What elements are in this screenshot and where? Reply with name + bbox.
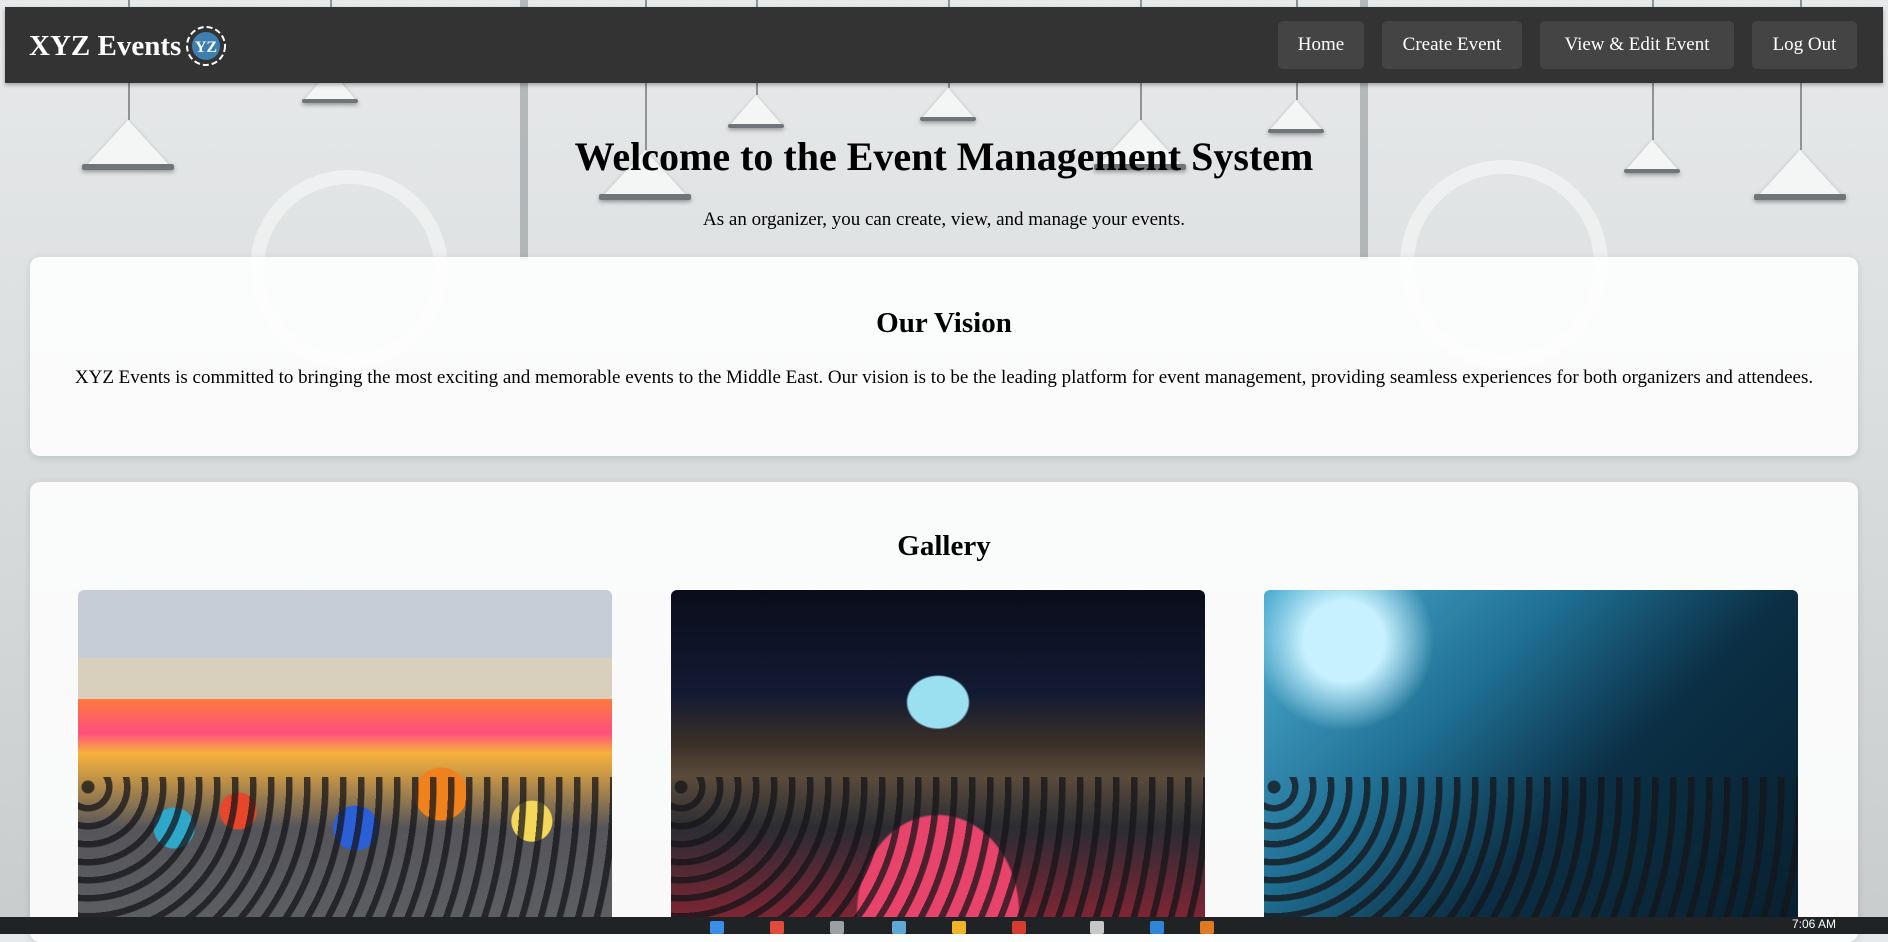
taskbar-app-icon[interactable] xyxy=(830,921,844,934)
svg-text:YZ: YZ xyxy=(195,39,217,56)
nav-view-edit-event-label: View & Edit Event xyxy=(1564,34,1710,55)
top-navbar: XYZ Events YZ Home Create Event View & E… xyxy=(5,7,1883,83)
nav-home-button[interactable]: Home xyxy=(1278,21,1364,69)
gallery-section: Gallery xyxy=(30,482,1858,942)
taskbar-app-icon[interactable] xyxy=(710,921,724,934)
welcome-subtitle: As an organizer, you can create, view, a… xyxy=(703,209,1185,230)
nav-home-label: Home xyxy=(1297,34,1345,55)
gallery-image-parade[interactable] xyxy=(78,590,612,930)
vision-text: XYZ Events is committed to bringing the … xyxy=(74,367,1814,388)
taskbar-app-icon[interactable] xyxy=(770,921,784,934)
nav-logout-label: Log Out xyxy=(1772,34,1837,55)
welcome-title: Welcome to the Event Management System xyxy=(574,134,1314,179)
browser-icon[interactable] xyxy=(1012,921,1026,934)
os-taskbar: 7:06 AM xyxy=(0,917,1888,934)
brand-name: XYZ Events xyxy=(29,29,182,62)
taskbar-app-icon[interactable] xyxy=(892,921,906,934)
gallery-title: Gallery xyxy=(897,530,991,562)
taskbar-app-icon[interactable] xyxy=(1200,921,1214,934)
nav-logout-button[interactable]: Log Out xyxy=(1752,21,1857,69)
vision-section: Our Vision XYZ Events is committed to br… xyxy=(30,257,1858,456)
xyz-logo-icon: YZ xyxy=(186,26,227,66)
brand[interactable]: XYZ Events YZ xyxy=(29,25,227,67)
nav-create-event-button[interactable]: Create Event xyxy=(1382,21,1522,69)
gallery-image-conference[interactable] xyxy=(671,590,1205,930)
taskbar-clock: 7:06 AM xyxy=(1791,917,1836,931)
gallery-image-concert[interactable] xyxy=(1264,590,1798,930)
nav-create-event-label: Create Event xyxy=(1402,34,1502,55)
nav-view-edit-event-button[interactable]: View & Edit Event xyxy=(1540,21,1734,69)
vision-title: Our Vision xyxy=(876,307,1012,339)
folder-icon[interactable] xyxy=(952,921,966,934)
taskbar-app-icon[interactable] xyxy=(1150,921,1164,934)
taskbar-app-icon[interactable] xyxy=(1090,921,1104,934)
